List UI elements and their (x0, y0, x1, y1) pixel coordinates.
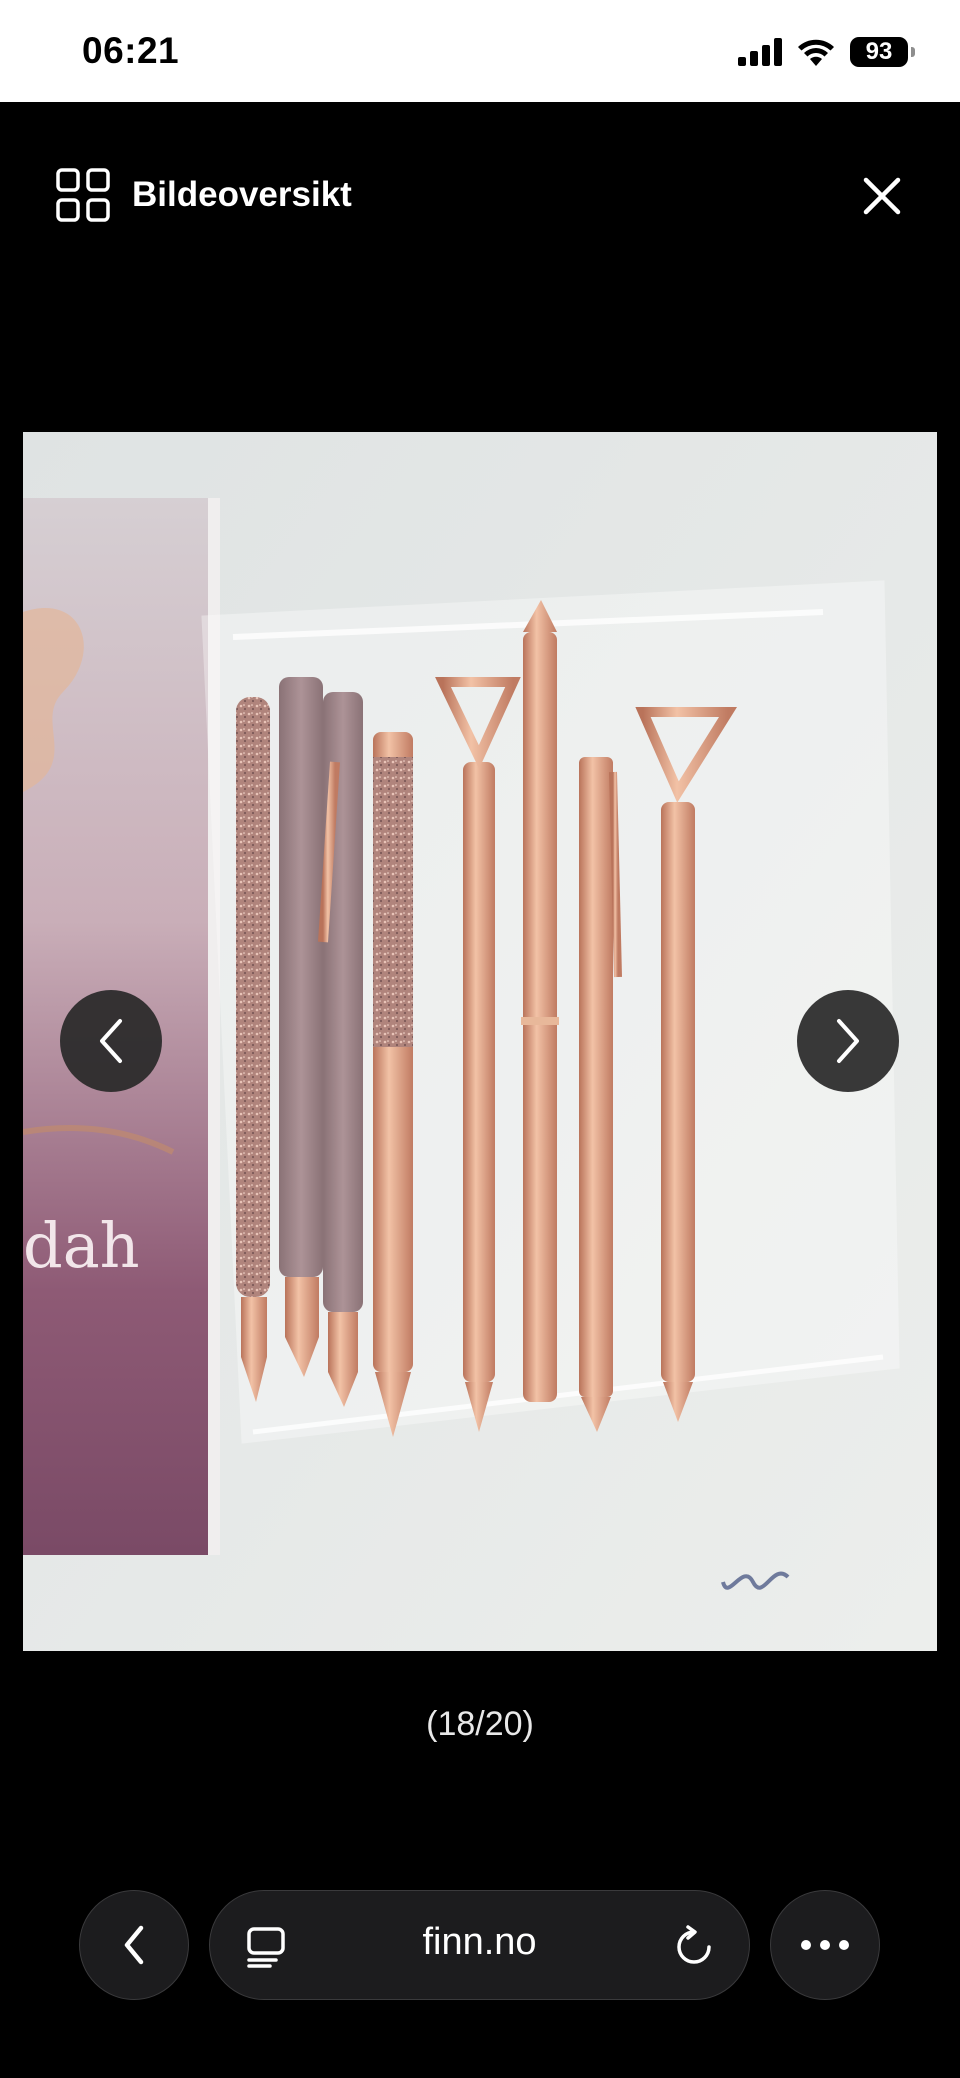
address-bar[interactable]: finn.no (209, 1890, 750, 2000)
reload-icon[interactable] (673, 1925, 715, 1967)
address-bar-url: finn.no (422, 1921, 537, 1963)
viewer-header: Bildeoversikt (0, 102, 960, 282)
back-icon (124, 1925, 144, 1965)
status-bar: 06:21 93 (0, 0, 960, 102)
battery-level: 93 (865, 38, 893, 65)
battery-icon: 93 (850, 37, 915, 67)
wifi-icon (798, 39, 834, 66)
cellular-signal-icon (738, 38, 782, 66)
image-overview-label: Bildeoversikt (132, 175, 352, 214)
more-icon (801, 1940, 849, 1950)
close-icon[interactable] (858, 172, 906, 220)
chevron-left-icon (100, 1019, 122, 1063)
status-icons: 93 (738, 34, 915, 70)
more-options-button[interactable] (770, 1890, 880, 2000)
chevron-right-icon (837, 1019, 859, 1063)
status-time: 06:21 (82, 30, 180, 71)
previous-image-button[interactable] (60, 990, 162, 1092)
browser-back-button[interactable] (79, 1890, 189, 2000)
grid-icon (56, 168, 110, 222)
image-counter: (18/20) (426, 1705, 534, 1743)
next-image-button[interactable] (797, 990, 899, 1092)
image-overview-button[interactable]: Bildeoversikt (56, 168, 352, 222)
photo-book-text: dah (23, 1209, 140, 1282)
